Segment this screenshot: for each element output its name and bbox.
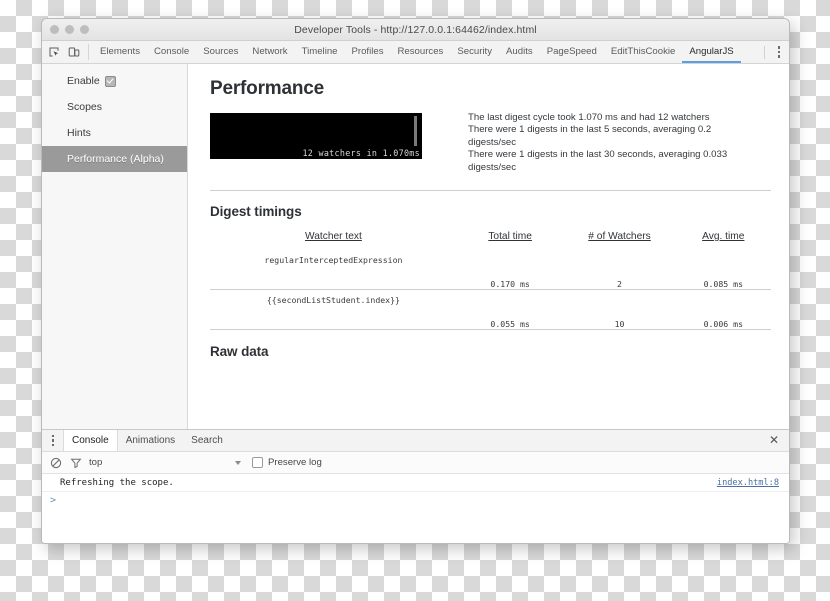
stat-line-3: There were 1 digests in the last 30 seco… xyxy=(468,149,728,173)
stat-line-2: There were 1 digests in the last 5 secon… xyxy=(468,124,712,148)
console-message-row: Refreshing the scope. index.html:8 xyxy=(42,474,789,492)
sidebar-item-hints[interactable]: Hints xyxy=(42,120,187,146)
preserve-log-checkbox[interactable] xyxy=(252,457,263,468)
column-header-watchers[interactable]: # of Watchers xyxy=(563,229,675,250)
sidebar-item-label: Enable xyxy=(67,75,100,87)
performance-graph: 12 watchers in 1.070ms xyxy=(210,113,422,159)
sidebar-item-label: Hints xyxy=(67,127,91,139)
graph-label: 12 watchers in 1.070ms xyxy=(302,148,420,158)
console-drawer: Console Animations Search ✕ top Preserve… xyxy=(42,429,789,543)
sidebar-item-enable[interactable]: Enable xyxy=(42,68,187,94)
drawer-tab-console[interactable]: Console xyxy=(63,430,118,451)
drawer-more-options-icon[interactable] xyxy=(46,433,60,449)
devtools-toolbar-icons xyxy=(47,44,89,60)
graph-marker xyxy=(414,116,417,146)
devtools-tabstrip: Elements Console Sources Network Timelin… xyxy=(42,41,789,64)
tab-pagespeed[interactable]: PageSpeed xyxy=(540,41,604,63)
table-header-row: Watcher text Total time # of Watchers Av… xyxy=(210,229,771,250)
section-divider xyxy=(210,190,771,192)
devtools-tabs: Elements Console Sources Network Timelin… xyxy=(93,41,741,63)
cell-watcher-text: {{secondListStudent.index}} xyxy=(266,295,400,306)
cell-avg-time: 0.006 ms xyxy=(703,319,744,330)
console-toolbar: top Preserve log xyxy=(42,452,789,474)
execution-context-value: top xyxy=(89,457,103,468)
column-header-watcher-text[interactable]: Watcher text xyxy=(210,229,457,250)
cell-watchers: 2 xyxy=(617,279,622,290)
cell-watcher-text: regularInterceptedExpression xyxy=(264,255,403,266)
angularjs-sidebar: Enable Scopes Hints Performance (Alpha) xyxy=(42,64,188,429)
minimize-window-button[interactable] xyxy=(65,25,74,34)
sidebar-item-scopes[interactable]: Scopes xyxy=(42,94,187,120)
tab-sources[interactable]: Sources xyxy=(196,41,245,63)
column-header-avg-time[interactable]: Avg. time xyxy=(676,229,771,250)
digest-timings-table: Watcher text Total time # of Watchers Av… xyxy=(210,229,771,330)
prompt-caret: > xyxy=(50,494,57,506)
table-row: {{secondListStudent.index}} 0.055 ms 10 … xyxy=(210,290,771,330)
sidebar-item-label: Performance (Alpha) xyxy=(67,153,164,165)
devtools-workarea: Enable Scopes Hints Performance (Alpha) … xyxy=(42,64,789,429)
window-titlebar: Developer Tools - http://127.0.0.1:64462… xyxy=(42,19,789,41)
drawer-tab-search[interactable]: Search xyxy=(183,430,231,451)
more-options-icon[interactable] xyxy=(773,45,785,59)
tab-network[interactable]: Network xyxy=(245,41,294,63)
tab-security[interactable]: Security xyxy=(450,41,499,63)
tab-angularjs[interactable]: AngularJS xyxy=(682,41,741,63)
drawer-tabstrip: Console Animations Search ✕ xyxy=(42,430,789,452)
tab-profiles[interactable]: Profiles xyxy=(345,41,391,63)
execution-context-select[interactable]: top xyxy=(89,457,245,468)
devtools-window: Developer Tools - http://127.0.0.1:64462… xyxy=(41,18,790,544)
tab-editthiscookie[interactable]: EditThisCookie xyxy=(604,41,683,63)
tab-audits[interactable]: Audits xyxy=(499,41,540,63)
angularjs-panel-content: Performance 12 watchers in 1.070ms The l… xyxy=(188,64,789,429)
digest-timings-title: Digest timings xyxy=(210,204,302,220)
console-output: Refreshing the scope. index.html:8 > xyxy=(42,474,789,543)
filter-icon[interactable] xyxy=(69,456,82,469)
tab-resources[interactable]: Resources xyxy=(391,41,451,63)
raw-data-title: Raw data xyxy=(210,344,269,360)
sidebar-item-label: Scopes xyxy=(67,101,103,113)
cell-avg-time: 0.085 ms xyxy=(703,279,744,290)
performance-summary: 12 watchers in 1.070ms The last digest c… xyxy=(210,112,771,174)
tab-elements[interactable]: Elements xyxy=(93,41,147,63)
preserve-log-toggle[interactable]: Preserve log xyxy=(252,457,322,468)
stat-line-1: The last digest cycle took 1.070 ms and … xyxy=(468,112,710,123)
preserve-log-label: Preserve log xyxy=(268,457,322,468)
console-message-text: Refreshing the scope. xyxy=(60,477,174,488)
close-icon[interactable]: ✕ xyxy=(767,433,781,447)
clear-console-icon[interactable] xyxy=(49,456,62,469)
devtools-tabstrip-right xyxy=(758,41,785,63)
table-row: regularInterceptedExpression 0.170 ms 2 … xyxy=(210,250,771,290)
cell-total-time: 0.055 ms xyxy=(490,319,530,330)
tab-console[interactable]: Console xyxy=(147,41,196,63)
column-header-total-time[interactable]: Total time xyxy=(457,229,564,250)
tab-timeline[interactable]: Timeline xyxy=(295,41,345,63)
maximize-window-button[interactable] xyxy=(80,25,89,34)
drawer-tab-animations[interactable]: Animations xyxy=(118,430,183,451)
enable-checkbox[interactable] xyxy=(104,75,116,87)
chevron-down-icon xyxy=(235,460,241,465)
sidebar-item-performance[interactable]: Performance (Alpha) xyxy=(42,146,187,172)
close-window-button[interactable] xyxy=(50,25,59,34)
toolbar-divider xyxy=(764,45,765,59)
performance-stats: The last digest cycle took 1.070 ms and … xyxy=(468,112,730,174)
device-toolbar-icon[interactable] xyxy=(67,45,81,59)
page-title: Performance xyxy=(210,78,324,99)
console-input-prompt[interactable]: > xyxy=(42,492,789,508)
console-source-link[interactable]: index.html:8 xyxy=(717,478,779,488)
window-controls[interactable] xyxy=(50,25,89,34)
cell-total-time: 0.170 ms xyxy=(490,279,530,290)
inspect-element-icon[interactable] xyxy=(47,45,61,59)
window-title: Developer Tools - http://127.0.0.1:64462… xyxy=(294,23,537,36)
cell-watchers: 10 xyxy=(614,319,625,330)
